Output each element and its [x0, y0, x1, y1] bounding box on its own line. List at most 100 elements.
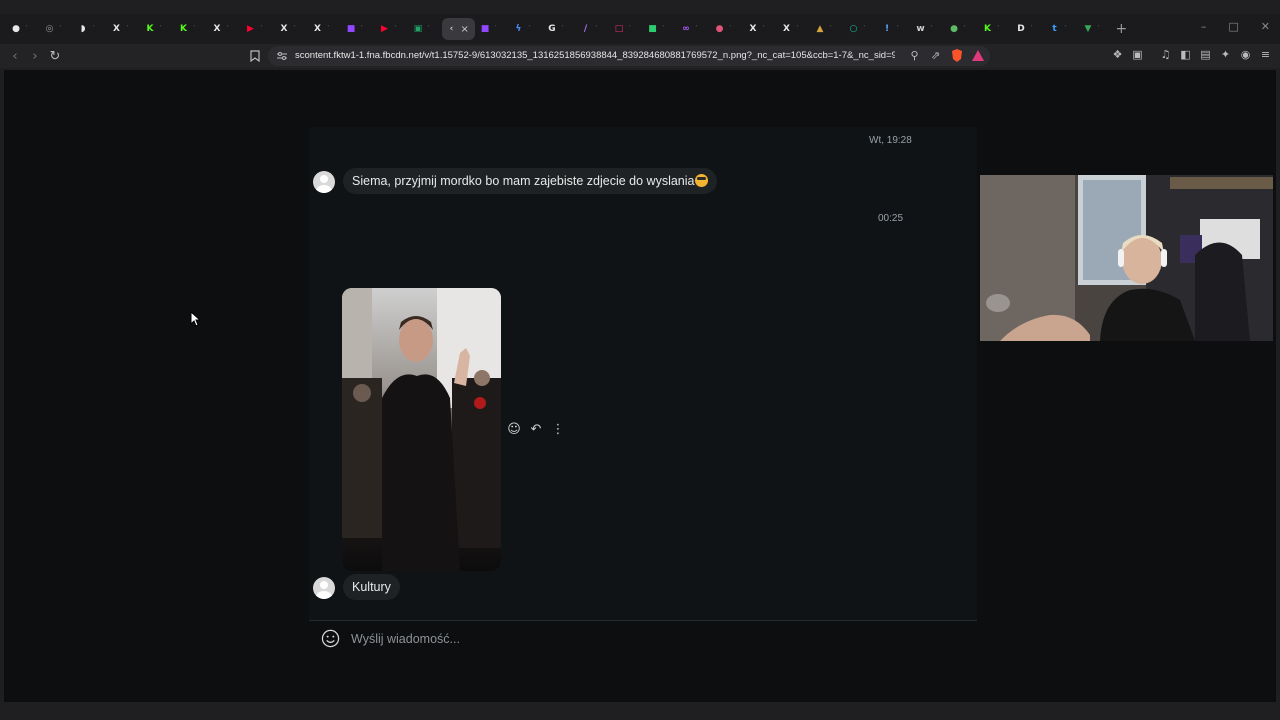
tab-close-icon[interactable]: ˙	[226, 25, 230, 33]
browser-tab[interactable]: ● ˙	[6, 18, 40, 40]
tab-close-icon[interactable]: ˙	[394, 25, 398, 33]
tab-close-icon[interactable]: ˙	[1064, 25, 1068, 33]
tab-close-icon[interactable]: ˙	[628, 25, 632, 33]
browser-tab[interactable]: ○ ˙	[844, 18, 878, 40]
tab-close-icon[interactable]: ˙	[997, 25, 1001, 33]
browser-tab[interactable]: X ˙	[308, 18, 342, 40]
tab-close-icon[interactable]: ˙	[662, 25, 666, 33]
emoji-picker-icon[interactable]	[321, 629, 340, 648]
tab-close-icon[interactable]: ˙	[293, 25, 297, 33]
browser-tab[interactable]: X ˙	[777, 18, 811, 40]
attached-photo[interactable]	[342, 288, 501, 571]
music-icon[interactable]: ♫	[1159, 48, 1172, 61]
tab-close-icon[interactable]: ˙	[896, 25, 900, 33]
browser-tab[interactable]: ‹ ×	[441, 18, 475, 40]
forward-icon[interactable]: ›	[26, 47, 44, 65]
tab-close-icon[interactable]: ˙	[695, 25, 699, 33]
tab-close-icon[interactable]: ˙	[494, 25, 498, 33]
close-window-icon[interactable]: ✕	[1261, 20, 1270, 33]
browser-tab[interactable]: t ˙	[1045, 18, 1079, 40]
browser-tab[interactable]: ! ˙	[877, 18, 911, 40]
tab-close-icon[interactable]: ˙	[59, 25, 63, 33]
browser-tab[interactable]: K ˙	[978, 18, 1012, 40]
browser-tab[interactable]: ■ ˙	[475, 18, 509, 40]
minimize-icon[interactable]: –	[1201, 20, 1207, 33]
message-bubble[interactable]: Siema, przyjmij mordko bo mam zajebiste …	[343, 168, 717, 194]
brave-rewards-icon[interactable]	[971, 49, 984, 62]
sidebar-icon[interactable]: ◧	[1179, 48, 1192, 61]
tab-close-icon[interactable]: ×	[461, 24, 469, 35]
back-icon[interactable]: ‹	[6, 47, 24, 65]
tab-close-icon[interactable]: ˙	[595, 25, 599, 33]
url-text[interactable]: scontent.fktw1-1.fna.fbcdn.net/v/t1.1575…	[295, 50, 895, 61]
browser-tab[interactable]: X ˙	[107, 18, 141, 40]
new-tab-icon[interactable]: +	[1116, 21, 1128, 37]
browser-tab[interactable]: ■ ˙	[341, 18, 375, 40]
browser-tab[interactable]: ▶ ˙	[375, 18, 409, 40]
more-options-icon[interactable]: ⋮	[551, 422, 565, 437]
menu-icon[interactable]: ≡	[1259, 48, 1272, 61]
tab-close-icon[interactable]: ˙	[762, 25, 766, 33]
browser-tab[interactable]: □ ˙	[609, 18, 643, 40]
browser-tab[interactable]: G ˙	[542, 18, 576, 40]
extensions-puzzle-icon[interactable]: ❖	[1111, 48, 1124, 61]
browser-tab[interactable]: ◎ ˙	[40, 18, 74, 40]
browser-tab[interactable]: w ˙	[911, 18, 945, 40]
browser-tab[interactable]: K ˙	[174, 18, 208, 40]
maximize-icon[interactable]: □	[1228, 20, 1238, 33]
browser-tab[interactable]: ◗ ˙	[73, 18, 107, 40]
tab-close-icon[interactable]: ˙	[1097, 25, 1101, 33]
wallet-icon[interactable]: ▤	[1199, 48, 1212, 61]
share-icon[interactable]: ⇗	[929, 49, 942, 62]
reply-icon[interactable]: ↶	[529, 422, 543, 437]
tab-close-icon[interactable]: ˙	[829, 25, 833, 33]
tab-close-icon[interactable]: ˙	[92, 25, 96, 33]
browser-tab[interactable]: ∕ ˙	[576, 18, 610, 40]
reload-icon[interactable]: ↻	[46, 47, 64, 65]
tab-close-icon[interactable]: ˙	[729, 25, 733, 33]
zoom-icon[interactable]: ⚲	[908, 49, 921, 62]
message-input[interactable]: Wyślij wiadomość...	[351, 632, 460, 646]
tab-close-icon[interactable]: ˙	[528, 25, 532, 33]
tab-close-icon[interactable]: ˙	[126, 25, 130, 33]
tab-close-icon[interactable]: ˙	[193, 25, 197, 33]
browser-tab[interactable]: ∞ ˙	[676, 18, 710, 40]
address-bar[interactable]: scontent.fktw1-1.fna.fbcdn.net/v/t1.1575…	[268, 46, 990, 66]
leo-ai-icon[interactable]: ✦	[1219, 48, 1232, 61]
browser-tab[interactable]: ▶ ˙	[241, 18, 275, 40]
vpn-icon[interactable]: ◉	[1239, 48, 1252, 61]
browser-tab[interactable]: ● ˙	[710, 18, 744, 40]
avatar[interactable]	[313, 171, 335, 193]
tab-close-icon[interactable]: ˙	[930, 25, 934, 33]
browser-tab[interactable]: ▼ ˙	[1078, 18, 1112, 40]
tab-close-icon[interactable]: ˙	[796, 25, 800, 33]
browser-tab[interactable]: ▲ ˙	[810, 18, 844, 40]
tab-close-icon[interactable]: ˙	[963, 25, 967, 33]
tab-close-icon[interactable]: ˙	[360, 25, 364, 33]
tab-close-icon[interactable]: ˙	[25, 25, 29, 33]
tab-close-icon[interactable]: ˙	[427, 25, 431, 33]
browser-tab[interactable]: X ˙	[743, 18, 777, 40]
t-icon: t	[1052, 23, 1057, 34]
bookmark-icon[interactable]	[246, 47, 264, 65]
tab-close-icon[interactable]: ˙	[863, 25, 867, 33]
react-emoji-icon[interactable]: ☺	[507, 422, 521, 437]
avatar[interactable]	[313, 577, 335, 599]
browser-tab[interactable]: ● ˙	[944, 18, 978, 40]
message-bubble[interactable]: Kultury	[343, 574, 400, 600]
tab-close-icon[interactable]: ˙	[561, 25, 565, 33]
tab-close-icon[interactable]: ˙	[1030, 25, 1034, 33]
tab-close-icon[interactable]: ˙	[327, 25, 331, 33]
screenshot-icon[interactable]: ▣	[1131, 48, 1144, 61]
browser-tab[interactable]: K ˙	[140, 18, 174, 40]
browser-tab[interactable]: ▣ ˙	[408, 18, 442, 40]
site-settings-icon[interactable]	[277, 51, 287, 61]
tab-close-icon[interactable]: ˙	[159, 25, 163, 33]
browser-tab[interactable]: ■ ˙	[643, 18, 677, 40]
brave-shields-icon[interactable]	[950, 49, 963, 62]
tab-close-icon[interactable]: ˙	[260, 25, 264, 33]
browser-tab[interactable]: D ˙	[1011, 18, 1045, 40]
browser-tab[interactable]: X ˙	[274, 18, 308, 40]
browser-tab[interactable]: ϟ ˙	[509, 18, 543, 40]
browser-tab[interactable]: X ˙	[207, 18, 241, 40]
